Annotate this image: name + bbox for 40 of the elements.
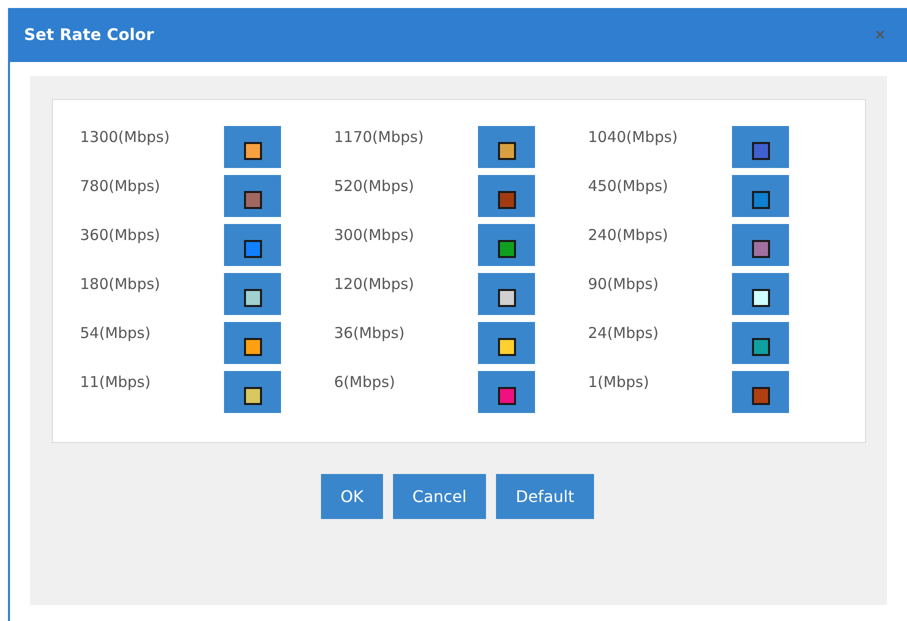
rate-label: 780(Mbps)	[80, 176, 162, 197]
rate-label: 36(Mbps)	[334, 323, 406, 344]
rate-label: 54(Mbps)	[80, 323, 152, 344]
rate-label: 1(Mbps)	[588, 372, 650, 393]
color-picker-button[interactable]	[732, 371, 789, 413]
color-picker-button[interactable]	[224, 126, 281, 168]
color-picker-button[interactable]	[478, 224, 535, 266]
rate-label: 6(Mbps)	[334, 372, 396, 393]
color-picker-button[interactable]	[224, 224, 281, 266]
rate-label: 450(Mbps)	[588, 176, 670, 197]
color-picker-button[interactable]	[732, 126, 789, 168]
color-picker-button[interactable]	[732, 224, 789, 266]
color-picker-button[interactable]	[224, 371, 281, 413]
color-picker-button[interactable]	[478, 273, 535, 315]
dialog-button[interactable]: OK	[321, 474, 383, 519]
color-picker-button[interactable]	[478, 322, 535, 364]
rate-label: 360(Mbps)	[80, 225, 162, 246]
rate-label: 1170(Mbps)	[334, 127, 425, 148]
rate-label: 120(Mbps)	[334, 274, 416, 295]
color-picker-button[interactable]	[224, 273, 281, 315]
rate-label: 240(Mbps)	[588, 225, 670, 246]
color-picker-button[interactable]	[732, 273, 789, 315]
color-picker-button[interactable]	[478, 126, 535, 168]
color-picker-button[interactable]	[478, 175, 535, 217]
rate-label: 1040(Mbps)	[588, 127, 679, 148]
window-title: Set Rate Color	[24, 24, 154, 46]
rate-label: 1300(Mbps)	[80, 127, 171, 148]
rate-label: 90(Mbps)	[588, 274, 660, 295]
color-picker-button[interactable]	[732, 175, 789, 217]
color-picker-button[interactable]	[224, 175, 281, 217]
rate-label: 24(Mbps)	[588, 323, 660, 344]
rate-label: 300(Mbps)	[334, 225, 416, 246]
dialog-button[interactable]: Default	[496, 474, 594, 519]
dialog-button[interactable]: Cancel	[393, 474, 486, 519]
rate-label: 11(Mbps)	[80, 372, 152, 393]
color-picker-button[interactable]	[224, 322, 281, 364]
rate-label: 180(Mbps)	[80, 274, 162, 295]
color-picker-button[interactable]	[478, 371, 535, 413]
rate-label: 520(Mbps)	[334, 176, 416, 197]
color-picker-button[interactable]	[732, 322, 789, 364]
